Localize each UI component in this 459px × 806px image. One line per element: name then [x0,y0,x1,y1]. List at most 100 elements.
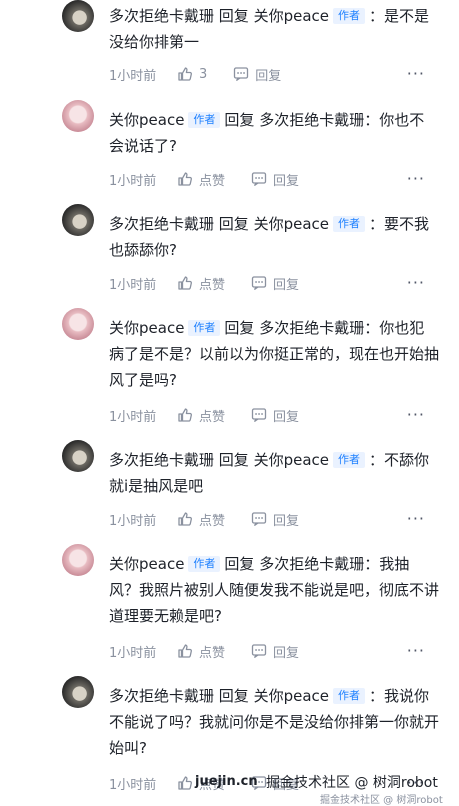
reply-button[interactable]: 回复 [233,65,281,84]
reply-target-name[interactable]: 多次拒绝卡戴珊 [259,555,364,573]
reply-target-name[interactable]: 关你peace [254,215,329,233]
reply-target-name[interactable]: 关你peace [254,7,329,25]
comment-meta: 1小时前 点赞 回复 ··· [109,273,439,293]
community-watermark-small: 掘金技术社区 @ 树洞robot [320,795,443,806]
like-button[interactable]: 点赞 [177,642,225,661]
comment-body-start: ：我说 [369,687,415,705]
timestamp: 1小时前 [109,645,157,661]
reply-target-name[interactable]: 多次拒绝卡戴珊 [259,319,364,337]
reply-label: 回复 [255,68,282,84]
comment-body-start: ：不舔 [369,451,415,469]
reply-label: 回复 [273,645,300,661]
thumb-up-icon [178,67,192,81]
reply-icon [251,172,267,186]
reply-word: 回复 [224,555,255,573]
reply-target-name[interactable]: 关你peace [254,687,329,705]
reply-icon [251,276,267,290]
reply-label: 回复 [273,277,300,293]
reply-icon [251,644,267,658]
comment-body-start: ：是不 [369,7,415,25]
reply-word: 回复 [218,7,249,25]
like-label: 点赞 [199,645,226,661]
reply-icon [251,408,267,422]
reply-icon [234,67,249,81]
more-options-icon[interactable]: ··· [407,641,425,661]
comment-meta: 1小时前 点赞 回复 ··· [109,405,439,425]
timestamp: 1小时前 [109,277,157,293]
comment-text: 多次拒绝卡戴珊 回复 关你peace 作者 ：是不是没给你排第一 [109,3,439,55]
like-button[interactable]: 3 [177,66,207,82]
more-options-icon[interactable]: ··· [407,405,425,425]
comment-meta: 1小时前 3 回复 ··· [109,64,439,84]
reply-word: 回复 [218,451,249,469]
community-watermark: 掘金技术社区 @ 树洞robot [266,775,438,791]
comment-body-rest: 风？我照片被别人随便发我不能说是吧，彻底不讲道理要无赖是吧? [109,581,440,625]
avatar[interactable] [62,544,94,576]
timestamp: 1小时前 [109,513,157,529]
thumb-up-icon [178,776,192,790]
target-badge: 作者 [333,688,366,704]
more-options-icon[interactable]: ··· [407,64,425,84]
avatar[interactable] [62,100,94,132]
reply-button[interactable]: 回复 [251,406,299,425]
site-watermark: juejin.cn [195,774,258,789]
reply-word: 回复 [224,319,255,337]
reply-word: 回复 [218,687,249,705]
reply-target-name[interactable]: 关你peace [254,451,329,469]
comment-text: 关你peace 作者 回复 多次拒绝卡戴珊：你也不会说话了? [109,107,439,159]
like-label: 点赞 [199,277,226,293]
thumb-up-icon [178,408,192,422]
reply-word: 回复 [218,215,249,233]
reply-button[interactable]: 回复 [251,642,299,661]
author-badge: 作者 [188,320,221,336]
avatar[interactable] [62,676,94,708]
author-name[interactable]: 多次拒绝卡戴珊 [109,451,214,469]
comment-body-start: ：你也 [364,111,410,129]
author-name[interactable]: 关你peace [109,319,184,337]
like-button[interactable]: 点赞 [177,510,225,529]
timestamp: 1小时前 [109,409,157,425]
reply-label: 回复 [273,409,300,425]
reply-label: 回复 [273,173,300,189]
timestamp: 1小时前 [109,173,157,189]
comment-body-start: ：要不 [369,215,415,233]
thumb-up-icon [178,644,192,658]
timestamp: 1小时前 [109,777,157,793]
target-badge: 作者 [333,216,366,232]
avatar[interactable] [62,308,94,340]
like-label: 点赞 [199,409,226,425]
like-button[interactable]: 点赞 [177,406,225,425]
reply-button[interactable]: 回复 [251,510,299,529]
comment-text: 多次拒绝卡戴珊 回复 关你peace 作者 ：我说你不能说了吗？我就问你是不是没给你… [109,683,439,761]
avatar[interactable] [62,0,94,32]
reply-label: 回复 [273,513,300,529]
more-options-icon[interactable]: ··· [407,169,425,189]
avatar[interactable] [62,204,94,236]
author-name[interactable]: 多次拒绝卡戴珊 [109,7,214,25]
like-label: 点赞 [199,513,226,529]
comment-meta: 1小时前 点赞 回复 ··· [109,169,439,189]
reply-button[interactable]: 回复 [251,274,299,293]
reply-word: 回复 [224,111,255,129]
reply-target-name[interactable]: 多次拒绝卡戴珊 [259,111,364,129]
more-options-icon[interactable]: ··· [407,273,425,293]
author-badge: 作者 [188,556,221,572]
timestamp: 1小时前 [109,68,157,84]
author-name[interactable]: 多次拒绝卡戴珊 [109,215,214,233]
comment-text: 多次拒绝卡戴珊 回复 关你peace 作者 ：要不我也舔舔你? [109,211,439,263]
like-button[interactable]: 点赞 [177,274,225,293]
author-name[interactable]: 多次拒绝卡戴珊 [109,687,214,705]
reply-button[interactable]: 回复 [251,170,299,189]
author-name[interactable]: 关你peace [109,555,184,573]
comment-body-start: ：你也 [364,319,410,337]
more-options-icon[interactable]: ··· [407,509,425,529]
target-badge: 作者 [333,452,366,468]
avatar[interactable] [62,440,94,472]
like-label: 点赞 [199,173,226,189]
like-button[interactable]: 点赞 [177,170,225,189]
author-name[interactable]: 关你peace [109,111,184,129]
reply-icon [251,512,267,526]
author-badge: 作者 [188,112,221,128]
target-badge: 作者 [333,8,366,24]
comment-meta: 1小时前 点赞 回复 ··· [109,509,439,529]
